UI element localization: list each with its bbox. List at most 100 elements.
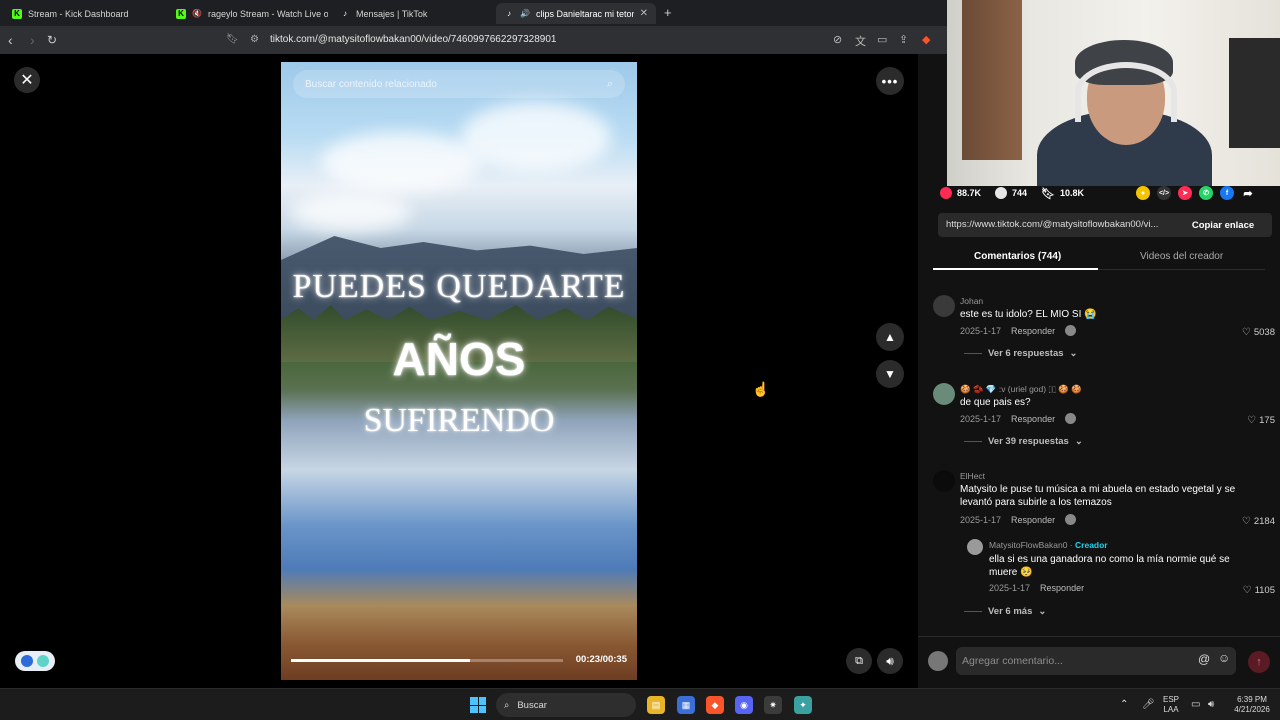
- send-icon[interactable]: ➤: [1178, 186, 1192, 200]
- reply-meta: 2025-1-17 Responder: [989, 583, 1084, 593]
- comment-user[interactable]: 🍪 🫘 💎 :v (uriel god) 🇮 🍪 🍪: [960, 384, 1082, 395]
- volume-button[interactable]: 🔊︎: [877, 648, 903, 674]
- store-icon[interactable]: ▦: [677, 696, 695, 714]
- chevron-up-icon[interactable]: ⌃: [1120, 699, 1128, 710]
- monitor-icon[interactable]: ▭: [1191, 699, 1200, 710]
- brave-icon[interactable]: ◆: [706, 696, 724, 714]
- avatar[interactable]: [933, 295, 955, 317]
- previous-video-button[interactable]: ▲: [876, 323, 904, 351]
- share-page-icon[interactable]: ⇪: [899, 33, 908, 46]
- video-caption-line-2: AÑOS: [392, 333, 526, 385]
- avatar[interactable]: [967, 539, 983, 555]
- cast-icon[interactable]: ▭: [877, 33, 887, 46]
- clock[interactable]: 6:39 PM 4/21/2026: [1228, 695, 1276, 715]
- picture-in-picture-button[interactable]: ⧉: [846, 648, 872, 674]
- arrow-up-icon: ↑: [1256, 656, 1262, 668]
- taskbar-search[interactable]: ⌕ Buscar: [496, 693, 636, 717]
- video-caption-line-1: PUEDES QUEDARTE: [292, 268, 626, 305]
- related-search-input[interactable]: Buscar contenido relacionado ⌕: [293, 70, 625, 98]
- comment-user[interactable]: ElHect: [960, 471, 985, 481]
- tab-creator-videos[interactable]: Videos del creador: [1140, 251, 1223, 262]
- embed-icon[interactable]: </>: [1157, 186, 1171, 200]
- tab-tiktok-messages[interactable]: ♪ Mensajes | TikTok: [332, 3, 492, 24]
- reply-button[interactable]: Responder: [1011, 414, 1055, 424]
- app-icon[interactable]: ✷: [764, 696, 782, 714]
- view-replies-button[interactable]: Ver 39 respuestas ⌄: [964, 436, 1083, 447]
- pip-icon: ⧉: [855, 654, 863, 667]
- like-count[interactable]: ♡ 175: [1247, 415, 1275, 426]
- comment-input[interactable]: Agregar comentario...: [956, 647, 1236, 675]
- tab-kick-stream[interactable]: K 🔇 rageylo Stream - Watch Live on Ki: [168, 3, 328, 24]
- like-count[interactable]: ♡ 2184: [1242, 516, 1275, 527]
- like-stat[interactable]: 88.7K: [940, 187, 981, 199]
- video-player[interactable]: Buscar contenido relacionado ⌕ PUEDES QU…: [281, 62, 637, 680]
- reply-user[interactable]: MatysitoFlowBakan0 · Creador: [989, 540, 1108, 550]
- mention-icon[interactable]: @: [1198, 652, 1210, 666]
- like-count[interactable]: ♡ 1105: [1243, 585, 1275, 596]
- close-tab-icon[interactable]: ✕: [640, 8, 648, 19]
- language-indicator[interactable]: ESP LAA: [1163, 695, 1179, 715]
- mute-icon: 🔇: [192, 9, 202, 18]
- forward-icon[interactable]: ›: [30, 32, 35, 48]
- tab-comments[interactable]: Comentarios (744): [974, 251, 1061, 262]
- comment-stat[interactable]: 744: [995, 187, 1027, 199]
- comment-user[interactable]: Johan: [960, 296, 983, 306]
- copy-link-button[interactable]: Copiar enlace: [1174, 213, 1272, 237]
- brave-shield-icon[interactable]: ◆: [922, 33, 930, 46]
- more-options-button[interactable]: •••: [876, 67, 904, 95]
- back-icon[interactable]: ‹: [8, 32, 13, 48]
- file-explorer-icon[interactable]: ▤: [647, 696, 665, 714]
- close-video-button[interactable]: ✕: [14, 67, 40, 93]
- view-more-label: Ver 6 más: [988, 606, 1033, 617]
- chevron-down-icon: ⌄: [1038, 606, 1047, 617]
- language-code: ESP: [1163, 695, 1180, 704]
- tiktok-icon: ♪: [343, 9, 347, 18]
- reply-button[interactable]: Responder: [1011, 326, 1055, 336]
- creator-liked-avatar: [1065, 413, 1077, 424]
- avatar[interactable]: [933, 383, 955, 405]
- save-stat[interactable]: 🔖︎ 10.8K: [1041, 187, 1084, 200]
- discord-icon[interactable]: ◉: [735, 696, 753, 714]
- emoji-icon[interactable]: ☺: [1218, 651, 1230, 665]
- facebook-icon[interactable]: f: [1220, 186, 1234, 200]
- reader-off-icon[interactable]: ⊘: [833, 33, 842, 46]
- share-link-field[interactable]: https://www.tiktok.com/@matysitoflowbaka…: [938, 213, 1174, 237]
- view-replies-button[interactable]: Ver 6 respuestas ⌄: [964, 348, 1078, 359]
- translate-icon[interactable]: 文: [855, 33, 866, 49]
- cloud: [461, 102, 611, 172]
- view-more-replies-button[interactable]: Ver 6 más ⌄: [964, 606, 1046, 617]
- like-number: 175: [1259, 415, 1275, 426]
- app-icon[interactable]: ✦: [794, 696, 812, 714]
- share-arrow-icon[interactable]: ➦: [1241, 186, 1255, 200]
- next-video-button[interactable]: ▼: [876, 360, 904, 388]
- coin-icon[interactable]: ●: [1136, 186, 1150, 200]
- new-tab-icon[interactable]: +: [664, 5, 672, 20]
- reload-icon[interactable]: ↻: [47, 33, 57, 47]
- separator: ·: [1069, 540, 1073, 550]
- extension-widget[interactable]: [15, 651, 55, 671]
- post-comment-button[interactable]: ↑: [1248, 651, 1270, 673]
- reply-button[interactable]: Responder: [1011, 515, 1055, 525]
- microphone-icon[interactable]: 🎤︎: [1142, 699, 1155, 710]
- tab-label: Stream - Kick Dashboard: [28, 8, 129, 19]
- heart-icon: [940, 187, 952, 199]
- reply-date: 2025-1-17: [989, 583, 1031, 593]
- volume-icon: 🔊︎: [886, 653, 894, 668]
- windows-start-icon[interactable]: [470, 697, 486, 713]
- reply-button[interactable]: Responder: [1040, 583, 1084, 593]
- tab-kick-dashboard[interactable]: K Stream - Kick Dashboard: [4, 3, 164, 24]
- windows-taskbar: ⌕ Buscar ▤ ▦ ◆ ◉ ✷ ✦ ⌃ 🎤︎ ESP LAA ▭ 🔊︎ 6…: [0, 688, 1280, 720]
- url-field[interactable]: tiktok.com/@matysitoflowbakan00/video/74…: [270, 34, 556, 45]
- tab-tiktok-video[interactable]: ♪ 🔊 clips Danieltarac mi tetonsito ✕: [496, 3, 656, 24]
- speaker-icon[interactable]: 🔊︎: [1208, 699, 1214, 710]
- comment-date: 2025-1-17: [960, 325, 1002, 336]
- avatar[interactable]: [933, 470, 955, 492]
- site-settings-icon[interactable]: ⚙: [250, 34, 259, 45]
- comment-text: de que pais es?: [960, 397, 1031, 408]
- tab-label: rageylo Stream - Watch Live on Ki: [207, 8, 328, 19]
- whatsapp-icon[interactable]: ✆: [1199, 186, 1213, 200]
- video-progress-bar[interactable]: [291, 659, 563, 662]
- avatar[interactable]: [928, 651, 948, 671]
- like-count[interactable]: ♡ 5038: [1242, 327, 1275, 338]
- bookmark-icon[interactable]: 🔖︎: [226, 34, 239, 45]
